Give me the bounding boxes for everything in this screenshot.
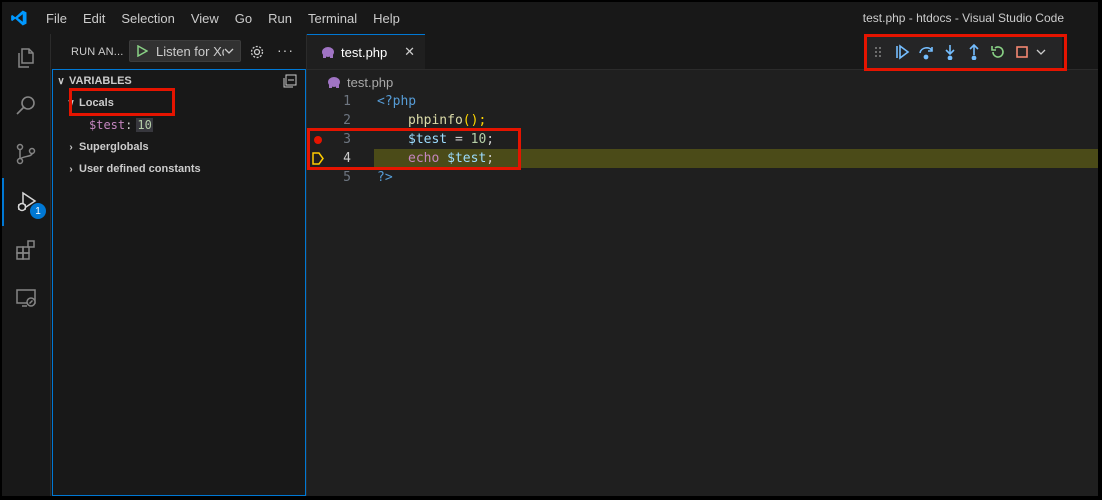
source-control-icon	[16, 143, 36, 165]
variables-panel: ∨ VARIABLES ∨ Locals $test:10 › Superglo…	[52, 69, 306, 496]
tab-bar: test.php ✕	[307, 34, 1098, 71]
menu-view[interactable]: View	[183, 11, 227, 26]
line-number: 1	[343, 94, 351, 109]
menu-file[interactable]: File	[38, 11, 75, 26]
more-actions-icon[interactable]: ···	[277, 42, 294, 58]
debug-toolbar-highlight-box	[864, 34, 1067, 71]
breadcrumb: test.php	[327, 71, 393, 93]
menu-go[interactable]: Go	[227, 11, 260, 26]
extensions-icon	[16, 240, 35, 260]
code-line-5[interactable]: 5 ?>	[307, 168, 1098, 187]
variable-row[interactable]: $test:10	[89, 114, 153, 136]
code-text: ?>	[377, 170, 393, 185]
vscode-window: File Edit Selection View Go Run Terminal…	[2, 2, 1098, 496]
variable-name: $test	[89, 118, 126, 132]
code-line-1[interactable]: 1 <?php	[307, 92, 1098, 111]
source-control-button[interactable]	[2, 130, 50, 178]
user-constants-label: User defined constants	[79, 163, 201, 175]
code-text: <?php	[377, 94, 417, 109]
menu-run[interactable]: Run	[260, 11, 300, 26]
window-title: test.php - htdocs - Visual Studio Code	[862, 11, 1064, 25]
chevron-right-icon: ›	[69, 163, 73, 175]
line-number: 5	[343, 170, 351, 185]
search-icon	[16, 96, 35, 115]
search-button[interactable]	[2, 82, 50, 130]
menu-terminal[interactable]: Terminal	[300, 11, 365, 26]
remote-explorer-button[interactable]	[2, 274, 50, 322]
variables-title: VARIABLES	[69, 75, 132, 87]
tab-test-php[interactable]: test.php ✕	[307, 34, 425, 69]
variable-colon: :	[125, 118, 133, 132]
variable-highlight-box	[69, 88, 175, 116]
play-icon[interactable]	[136, 45, 148, 57]
php-elephant-icon	[328, 77, 340, 88]
php-elephant-icon	[322, 47, 334, 58]
user-constants-scope[interactable]: › User defined constants	[53, 158, 305, 180]
chevron-right-icon: ›	[69, 141, 73, 153]
chevron-down-icon: ∨	[57, 75, 65, 87]
gear-icon[interactable]	[249, 44, 265, 60]
extensions-button[interactable]	[2, 226, 50, 274]
breadcrumb-file[interactable]: test.php	[347, 75, 393, 90]
code-highlight-box	[307, 128, 521, 170]
remote-explorer-icon	[16, 289, 36, 307]
debug-badge: 1	[30, 203, 46, 219]
run-debug-button[interactable]: 1	[2, 178, 50, 226]
collapse-all-icon[interactable]	[283, 74, 297, 88]
function-name: phpinfo	[408, 113, 463, 128]
run-and-debug-sidebar: RUN AN... Listen for Xdebug ··· ∨ VARIAB…	[51, 34, 307, 496]
activity-bar: 1	[2, 34, 51, 496]
files-icon	[18, 48, 34, 68]
menu-bar: File Edit Selection View Go Run Terminal…	[38, 2, 408, 34]
editor-area: test.php ✕ test.php 1 <?php 2 phpinfo();…	[307, 34, 1098, 496]
menu-help[interactable]: Help	[365, 11, 408, 26]
menu-edit[interactable]: Edit	[75, 11, 113, 26]
launch-config-label: Listen for Xdebug	[156, 43, 224, 59]
tab-label: test.php	[341, 44, 388, 60]
close-icon[interactable]: ✕	[404, 44, 415, 60]
menu-selection[interactable]: Selection	[113, 11, 182, 26]
launch-config-dropdown[interactable]: Listen for Xdebug	[129, 40, 241, 62]
variable-value: 10	[136, 118, 153, 132]
run-label: RUN AN...	[71, 45, 124, 58]
superglobals-label: Superglobals	[79, 141, 149, 153]
superglobals-scope[interactable]: › Superglobals	[53, 136, 305, 158]
explorer-button[interactable]	[2, 34, 50, 82]
vscode-logo-icon	[11, 10, 27, 26]
title-bar: File Edit Selection View Go Run Terminal…	[2, 2, 1098, 34]
chevron-down-icon	[224, 48, 234, 54]
punctuation: ();	[462, 113, 487, 128]
